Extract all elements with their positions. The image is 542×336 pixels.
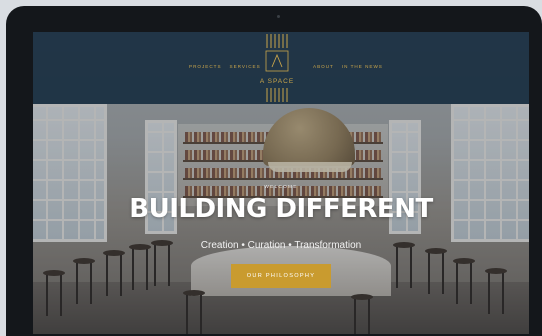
nav-left: PROJECTS SERVICES bbox=[189, 64, 261, 69]
website-screen: PROJECTS SERVICES A SPACE ABOUT IN THE N… bbox=[33, 32, 529, 334]
hero-kicker: WELCOME bbox=[264, 185, 298, 190]
nav-link-services[interactable]: SERVICES bbox=[230, 64, 261, 69]
site-header: PROJECTS SERVICES A SPACE ABOUT IN THE N… bbox=[33, 32, 529, 104]
camera-dot bbox=[277, 15, 280, 18]
nav-link-about[interactable]: ABOUT bbox=[313, 64, 334, 69]
brand-name: A SPACE bbox=[259, 78, 295, 85]
nav-link-in-the-news[interactable]: IN THE NEWS bbox=[342, 64, 383, 69]
brand-logo[interactable]: A SPACE bbox=[260, 34, 293, 104]
laptop-frame: PROJECTS SERVICES A SPACE ABOUT IN THE N… bbox=[6, 6, 542, 336]
logo-mark-icon bbox=[265, 34, 289, 102]
our-philosophy-button[interactable]: OUR PHILOSOPHY bbox=[231, 264, 331, 288]
nav-link-projects[interactable]: PROJECTS bbox=[189, 64, 222, 69]
hero-headline: BUILDING DIFFERENT bbox=[129, 194, 433, 224]
hero-tagline: Creation • Curation • Transformation bbox=[200, 240, 362, 251]
nav-right: ABOUT IN THE NEWS bbox=[313, 64, 383, 69]
